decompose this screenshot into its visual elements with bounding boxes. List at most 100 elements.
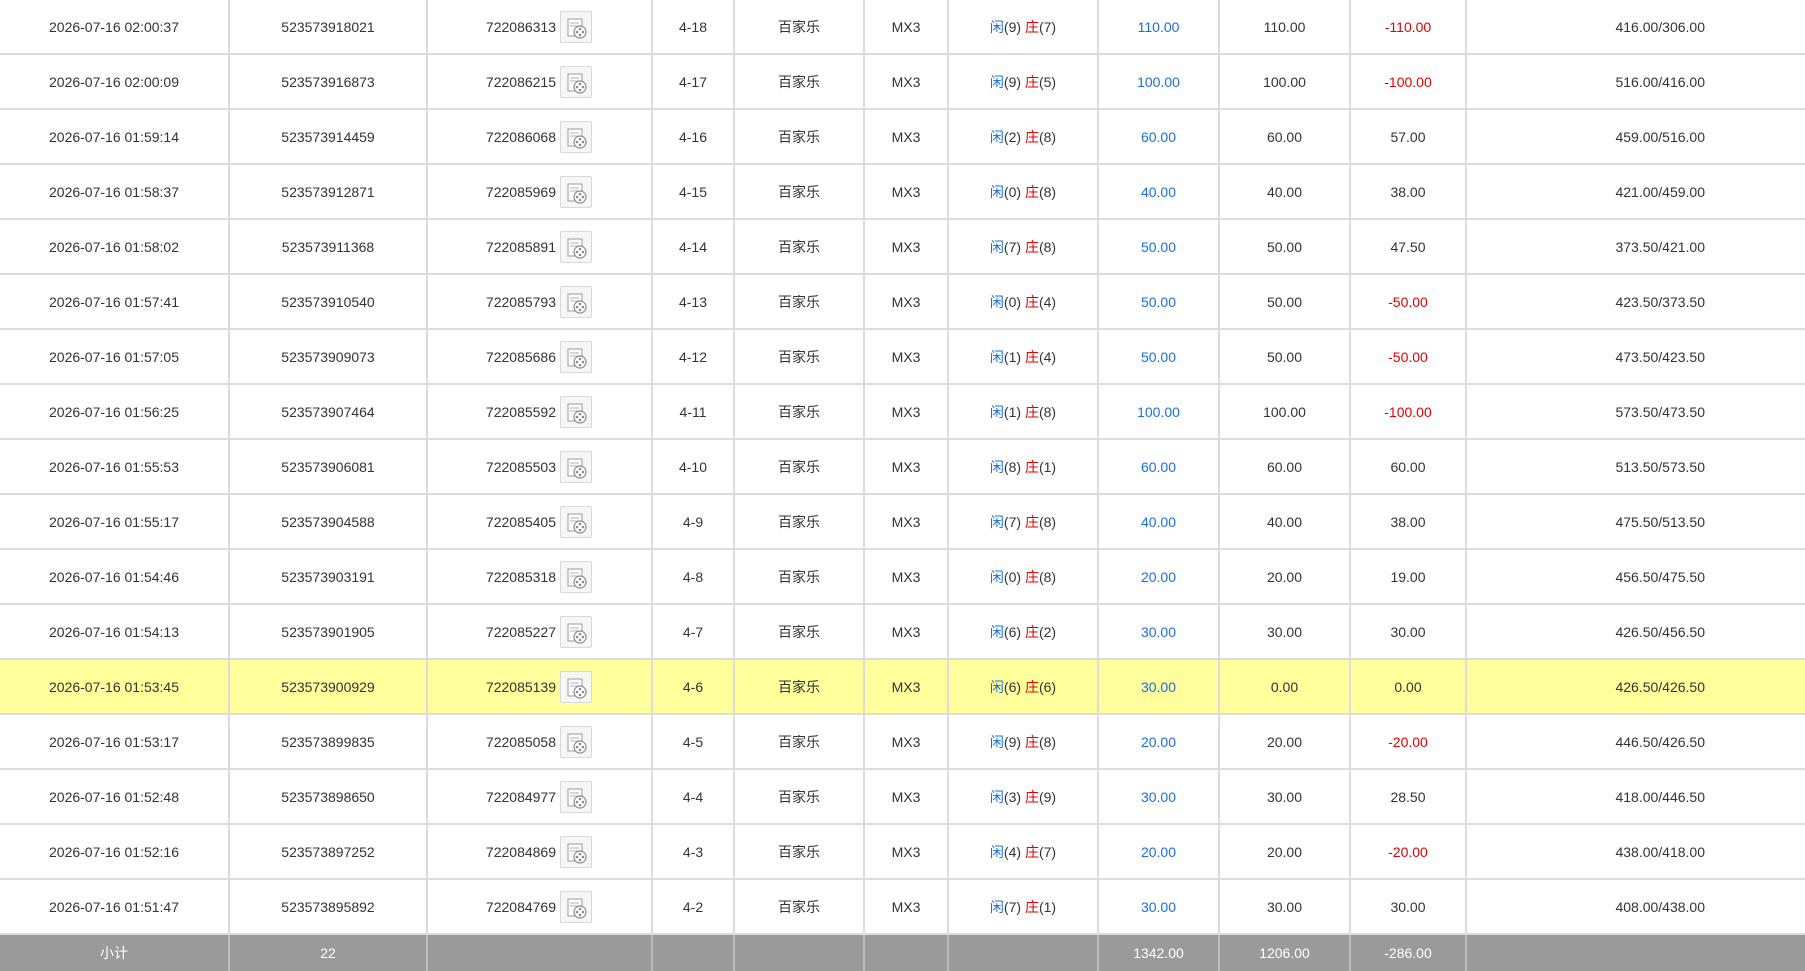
valid-bet: 30.00: [1219, 604, 1351, 660]
result-cell: 闲(7) 庄(1): [948, 879, 1099, 935]
win-loss: -110.00: [1350, 0, 1467, 55]
balance-before-after: 418.00/446.50: [1466, 769, 1805, 825]
order-number: 523573912871: [229, 164, 428, 220]
banker-label: 庄: [1024, 788, 1039, 805]
table-row: 2026-07-16 01:51:47 523573895892 722084769…: [0, 879, 1805, 935]
banker-label: 庄: [1024, 733, 1039, 750]
bet-amount: 100.00: [1098, 54, 1220, 110]
valid-bet: 100.00: [1219, 384, 1351, 440]
banker-score: (8): [1038, 403, 1057, 420]
order-number: 523573895892: [229, 879, 428, 935]
banker-label: 庄: [1024, 898, 1039, 915]
replay-video-icon[interactable]: [560, 285, 592, 318]
table-row: 2026-07-16 01:54:46 523573903191 722085318…: [0, 549, 1805, 605]
bet-amount: 20.00: [1098, 549, 1220, 605]
table-code: MX3: [864, 274, 949, 330]
bet-amount: 30.00: [1098, 659, 1220, 715]
game-type: 百家乐: [734, 549, 865, 605]
table-row: 2026-07-16 01:59:14 523573914459 722086068…: [0, 109, 1805, 165]
shoe-hand: 4-9: [652, 494, 735, 550]
order-number: 523573900929: [229, 659, 428, 715]
replay-video-icon[interactable]: [560, 340, 592, 373]
order-number: 523573909073: [229, 329, 428, 385]
player-label: 闲: [989, 403, 1004, 420]
shoe-hand: 4-17: [652, 54, 735, 110]
order-number: 523573898650: [229, 769, 428, 825]
win-loss: 38.00: [1350, 164, 1467, 220]
replay-video-icon[interactable]: [560, 120, 592, 153]
player-score: (0): [1003, 568, 1022, 585]
player-label: 闲: [989, 18, 1004, 35]
table-code: MX3: [864, 494, 949, 550]
banker-score: (8): [1038, 733, 1057, 750]
replay-video-icon[interactable]: [560, 505, 592, 538]
replay-video-icon[interactable]: [560, 65, 592, 98]
player-label: 闲: [989, 183, 1004, 200]
bet-records-table: 2026-07-16 02:00:37 523573918021 722086313…: [0, 0, 1805, 971]
order-number: 523573901905: [229, 604, 428, 660]
replay-video-icon[interactable]: [560, 835, 592, 868]
subtotal-row: 小计 22 1342.00 1206.00 -286.00: [0, 934, 1805, 971]
table-row: 2026-07-16 01:57:41 523573910540 722085793…: [0, 274, 1805, 330]
replay-video-icon[interactable]: [560, 175, 592, 208]
replay-video-icon[interactable]: [560, 725, 592, 758]
replay-video-icon[interactable]: [560, 615, 592, 648]
balance-before-after: 408.00/438.00: [1466, 879, 1805, 935]
replay-video-icon[interactable]: [560, 670, 592, 703]
valid-bet: 40.00: [1219, 494, 1351, 550]
replay-video-icon[interactable]: [560, 230, 592, 263]
player-score: (8): [1003, 458, 1022, 475]
bet-time: 2026-07-16 01:57:05: [0, 329, 230, 385]
game-type: 百家乐: [734, 164, 865, 220]
banker-label: 庄: [1024, 513, 1039, 530]
bet-time: 2026-07-16 01:57:41: [0, 274, 230, 330]
replay-video-icon[interactable]: [560, 560, 592, 593]
balance-before-after: 373.50/421.00: [1466, 219, 1805, 275]
valid-bet: 40.00: [1219, 164, 1351, 220]
bet-time: 2026-07-16 01:53:45: [0, 659, 230, 715]
banker-label: 庄: [1024, 458, 1039, 475]
table-code: MX3: [864, 604, 949, 660]
table-row: 2026-07-16 01:52:48 523573898650 722084977…: [0, 769, 1805, 825]
result-cell: 闲(3) 庄(9): [948, 769, 1099, 825]
player-label: 闲: [989, 293, 1004, 310]
subtotal-win-loss-total: -286.00: [1350, 934, 1467, 971]
win-loss: 30.00: [1350, 604, 1467, 660]
round-id: 722086313: [485, 18, 556, 35]
order-number: 523573899835: [229, 714, 428, 770]
game-type: 百家乐: [734, 219, 865, 275]
banker-label: 庄: [1024, 238, 1039, 255]
bet-amount: 20.00: [1098, 824, 1220, 880]
order-number: 523573911368: [229, 219, 428, 275]
subtotal-empty: [652, 934, 735, 971]
shoe-hand: 4-11: [652, 384, 735, 440]
order-number: 523573914459: [229, 109, 428, 165]
replay-video-icon[interactable]: [560, 395, 592, 428]
replay-video-icon[interactable]: [560, 890, 592, 923]
game-type: 百家乐: [734, 879, 865, 935]
valid-bet: 100.00: [1219, 54, 1351, 110]
round-cell: 722085058: [427, 714, 653, 770]
win-loss: 28.50: [1350, 769, 1467, 825]
result-cell: 闲(9) 庄(8): [948, 714, 1099, 770]
table-code: MX3: [864, 0, 949, 55]
banker-score: (7): [1038, 18, 1057, 35]
balance-before-after: 446.50/426.50: [1466, 714, 1805, 770]
bet-time: 2026-07-16 01:55:17: [0, 494, 230, 550]
round-id: 722085503: [485, 458, 556, 475]
win-loss: -20.00: [1350, 714, 1467, 770]
round-cell: 722084769: [427, 879, 653, 935]
table-row: 2026-07-16 01:54:13 523573901905 722085227…: [0, 604, 1805, 660]
player-label: 闲: [989, 128, 1004, 145]
bet-amount: 40.00: [1098, 164, 1220, 220]
banker-score: (8): [1038, 568, 1057, 585]
banker-label: 庄: [1024, 183, 1039, 200]
shoe-hand: 4-13: [652, 274, 735, 330]
win-loss: 19.00: [1350, 549, 1467, 605]
player-score: (9): [1003, 73, 1022, 90]
replay-video-icon[interactable]: [560, 780, 592, 813]
round-id: 722086068: [485, 128, 556, 145]
replay-video-icon[interactable]: [560, 450, 592, 483]
round-id: 722085318: [485, 568, 556, 585]
replay-video-icon[interactable]: [560, 10, 592, 43]
